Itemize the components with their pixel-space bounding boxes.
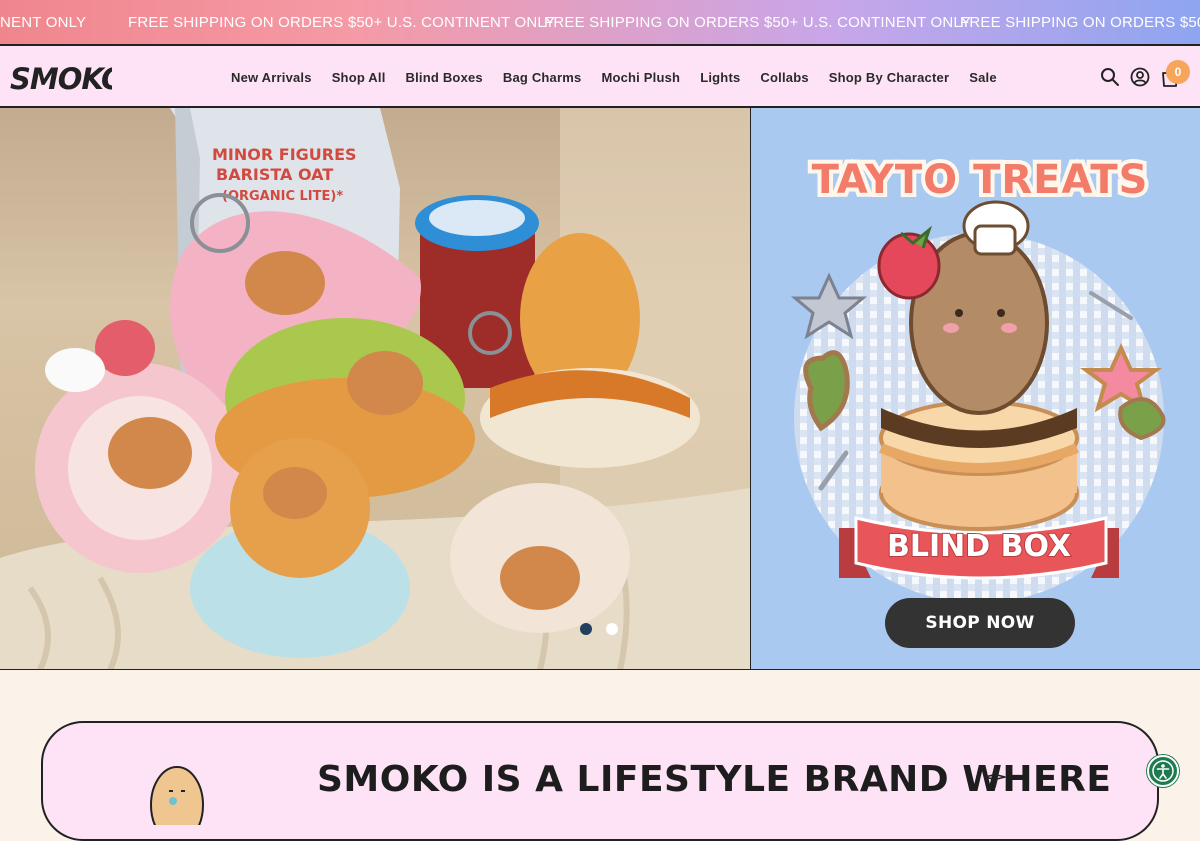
promo-illustration: TAYTO TREATS BLIND BOX [790,153,1166,603]
hero-banner[interactable]: MINOR FIGURES BARISTA OAT (ORGANIC LITE)… [0,108,1200,670]
svg-text:BLIND BOX: BLIND BOX [887,529,1071,564]
accessibility-icon [1152,760,1174,782]
nav-shop-all[interactable]: Shop All [332,70,386,85]
nav-sale[interactable]: Sale [969,70,997,85]
about-section: SMOKO IS A LIFESTYLE BRAND WHERE [41,721,1159,841]
tayto-treats-promo[interactable]: TAYTO TREATS BLIND BOX SHOP NOW [750,108,1200,669]
nav-mochi-plush[interactable]: Mochi Plush [601,70,680,85]
nav-new-arrivals[interactable]: New Arrivals [231,70,312,85]
main-nav: New Arrivals Shop All Blind Boxes Bag Ch… [231,46,1017,108]
svg-text:MINOR FIGURES: MINOR FIGURES [212,145,357,164]
carousel-dot-2[interactable] [606,623,618,635]
hero-photo: MINOR FIGURES BARISTA OAT (ORGANIC LITE)… [0,108,750,669]
carousel-dot-1[interactable] [580,623,592,635]
nav-collabs[interactable]: Collabs [760,70,808,85]
svg-text:TAYTO TREATS: TAYTO TREATS [812,157,1149,203]
carousel-dots [580,623,618,635]
announcement-text: NENT ONLY [0,14,87,31]
announcement-bar: NENT ONLY FREE SHIPPING ON ORDERS $50+ U… [0,0,1200,46]
cart-count-badge[interactable]: 0 [1166,60,1190,84]
sparkle-icon [984,766,1006,788]
nav-bag-charms[interactable]: Bag Charms [503,70,582,85]
svg-text:SMOKO: SMOKO [10,62,112,96]
nav-lights[interactable]: Lights [700,70,740,85]
search-icon[interactable] [1100,67,1120,87]
account-icon[interactable] [1130,67,1150,87]
plush-keychains-image: MINOR FIGURES BARISTA OAT (ORGANIC LITE)… [0,108,750,669]
announcement-text: FREE SHIPPING ON ORDERS $50+ U.S. CONTIN… [544,14,972,31]
accessibility-button[interactable] [1147,755,1179,787]
svg-text:BARISTA OAT: BARISTA OAT [216,165,333,184]
announcement-text: FREE SHIPPING ON ORDERS $50+ U.S. CONTIN… [960,14,1200,31]
smoko-logo[interactable]: SMOKO [10,60,112,96]
site-header: SMOKO New Arrivals Shop All Blind Boxes … [0,46,1200,108]
nav-shop-by-character[interactable]: Shop By Character [829,70,949,85]
shop-now-button[interactable]: SHOP NOW [885,598,1075,648]
nav-blind-boxes[interactable]: Blind Boxes [406,70,483,85]
potato-mascot-icon [150,766,204,825]
announcement-text: FREE SHIPPING ON ORDERS $50+ U.S. CONTIN… [128,14,556,31]
